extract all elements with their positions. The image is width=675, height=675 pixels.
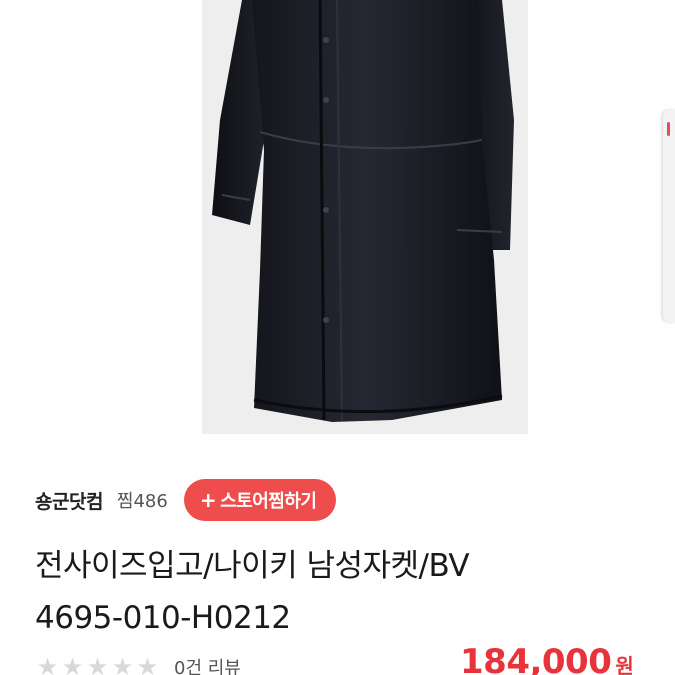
rating-row: ★ ★ ★ ★ ★ 0건 리뷰 bbox=[35, 652, 241, 675]
product-image[interactable] bbox=[202, 0, 528, 434]
store-follow-label: 스토어찜하기 bbox=[220, 491, 317, 512]
product-price: 184,000 원 bbox=[460, 642, 634, 675]
coat-illustration bbox=[202, 0, 528, 434]
star-icon: ★ bbox=[111, 653, 134, 675]
store-likes-count: 찜486 bbox=[116, 491, 168, 512]
star-icon: ★ bbox=[36, 653, 59, 675]
star-icon: ★ bbox=[86, 653, 109, 675]
product-title: 전사이즈입고/나이키 남성자켓/BV4695-010-H0212 bbox=[35, 548, 470, 636]
rating-stars: ★ ★ ★ ★ ★ bbox=[35, 655, 160, 675]
plus-icon: + bbox=[199, 488, 217, 512]
store-name[interactable]: 숑군닷컴 bbox=[35, 487, 103, 514]
price-unit: 원 bbox=[615, 654, 634, 675]
review-count-link[interactable]: 0건 리뷰 bbox=[174, 654, 241, 675]
scroll-thumb[interactable] bbox=[667, 122, 670, 136]
store-row: 숑군닷컴 찜486 + 스토어찜하기 bbox=[35, 478, 337, 522]
star-icon: ★ bbox=[61, 653, 84, 675]
store-follow-button[interactable]: + 스토어찜하기 bbox=[183, 479, 337, 521]
star-icon: ★ bbox=[136, 653, 159, 675]
product-detail-page: 숑군닷컴 찜486 + 스토어찜하기 전사이즈입고/나이키 남성자켓/BV469… bbox=[0, 0, 675, 675]
price-value: 184,000 bbox=[460, 642, 612, 675]
side-scroll-tab[interactable] bbox=[663, 110, 675, 322]
